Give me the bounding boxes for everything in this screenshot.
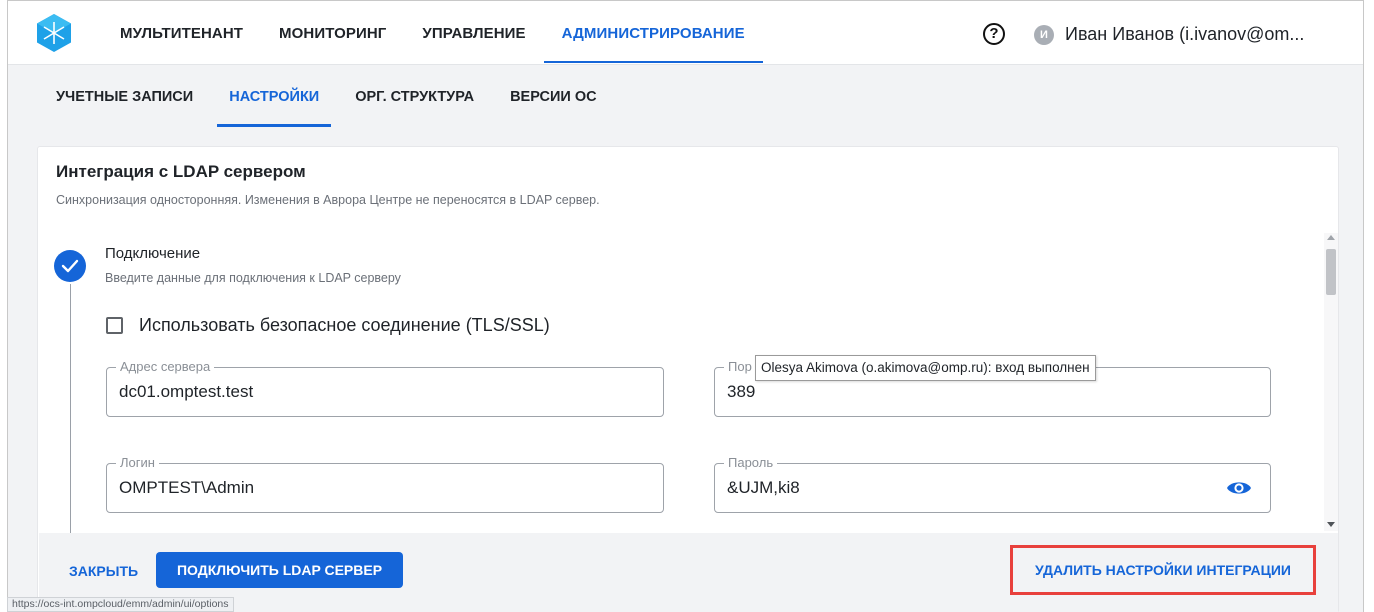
scroll-up-arrow-icon[interactable] (1327, 235, 1335, 240)
nav-administration[interactable]: АДМИНИСТРИРОВАНИЕ (543, 1, 763, 65)
sub-nav: УЧЕТНЫЕ ЗАПИСИ НАСТРОЙКИ ОРГ. СТРУКТУРА … (38, 65, 615, 127)
tab-settings[interactable]: НАСТРОЙКИ (211, 65, 337, 127)
nav-management[interactable]: УПРАВЛЕНИЕ (404, 1, 543, 65)
top-bar: МУЛЬТИТЕНАНТ МОНИТОРИНГ УПРАВЛЕНИЕ АДМИН… (8, 1, 1363, 65)
delete-integration-button[interactable]: УДАЛИТЬ НАСТРОЙКИ ИНТЕГРАЦИИ (1010, 545, 1316, 595)
user-menu[interactable]: Иван Иванов (i.ivanov@om... (1065, 24, 1343, 45)
step-complete-icon (54, 250, 86, 282)
card-footer: ЗАКРЫТЬ ПОДКЛЮЧИТЬ LDAP СЕРВЕР УДАЛИТЬ Н… (39, 533, 1338, 612)
port-label: Пор (724, 359, 756, 374)
login-value: OMPTEST\Admin (119, 478, 255, 497)
help-icon[interactable]: ? (983, 23, 1005, 45)
card-title: Интеграция с LDAP сервером (56, 162, 306, 181)
scrollbar-thumb[interactable] (1326, 249, 1336, 295)
tab-org-structure[interactable]: ОРГ. СТРУКТУРА (337, 65, 492, 127)
ldap-integration-card: Интеграция с LDAP сервером Синхронизация… (37, 146, 1339, 612)
tab-accounts[interactable]: УЧЕТНЫЕ ЗАПИСИ (38, 65, 211, 127)
server-address-field[interactable]: Адрес сервера dc01.omptest.test (106, 359, 664, 417)
step-subtitle: Введите данные для подключения к LDAP се… (105, 271, 401, 285)
scroll-down-arrow-icon[interactable] (1327, 522, 1335, 527)
password-value: &UJM,ki8 (727, 478, 800, 497)
app-logo-icon[interactable] (37, 14, 71, 52)
password-label: Пароль (724, 455, 778, 470)
login-tooltip: Olesya Akimova (o.akimova@omp.ru): вход … (755, 355, 1096, 381)
server-address-value: dc01.omptest.test (119, 382, 254, 401)
port-value: 389 (727, 382, 756, 401)
tls-checkbox[interactable] (106, 317, 123, 334)
password-field[interactable]: Пароль &UJM,ki8 (714, 455, 1271, 513)
show-password-eye-icon[interactable] (1226, 479, 1252, 502)
tls-checkbox-row[interactable]: Использовать безопасное соединение (TLS/… (106, 315, 550, 336)
avatar[interactable]: И (1034, 25, 1054, 45)
main-nav: МУЛЬТИТЕНАНТ МОНИТОРИНГ УПРАВЛЕНИЕ АДМИН… (102, 1, 763, 65)
login-label: Логин (116, 455, 159, 470)
tab-os-versions[interactable]: ВЕРСИИ ОС (492, 65, 615, 127)
nav-monitoring[interactable]: МОНИТОРИНГ (261, 1, 404, 65)
card-subtitle: Синхронизация односторонняя. Изменения в… (56, 193, 600, 207)
connect-ldap-button[interactable]: ПОДКЛЮЧИТЬ LDAP СЕРВЕР (156, 552, 403, 588)
server-address-label: Адрес сервера (116, 359, 215, 374)
login-field[interactable]: Логин OMPTEST\Admin (106, 455, 664, 513)
browser-status-url: https://ocs-int.ompcloud/emm/admin/ui/op… (7, 597, 234, 612)
nav-multitenant[interactable]: МУЛЬТИТЕНАНТ (102, 1, 261, 65)
stepper-line (70, 284, 71, 534)
tls-checkbox-label: Использовать безопасное соединение (TLS/… (139, 315, 550, 335)
app-window: МУЛЬТИТЕНАНТ МОНИТОРИНГ УПРАВЛЕНИЕ АДМИН… (7, 0, 1364, 612)
close-button[interactable]: ЗАКРЫТЬ (69, 563, 138, 579)
step-title: Подключение (105, 245, 201, 262)
scrollbar[interactable] (1324, 233, 1338, 531)
